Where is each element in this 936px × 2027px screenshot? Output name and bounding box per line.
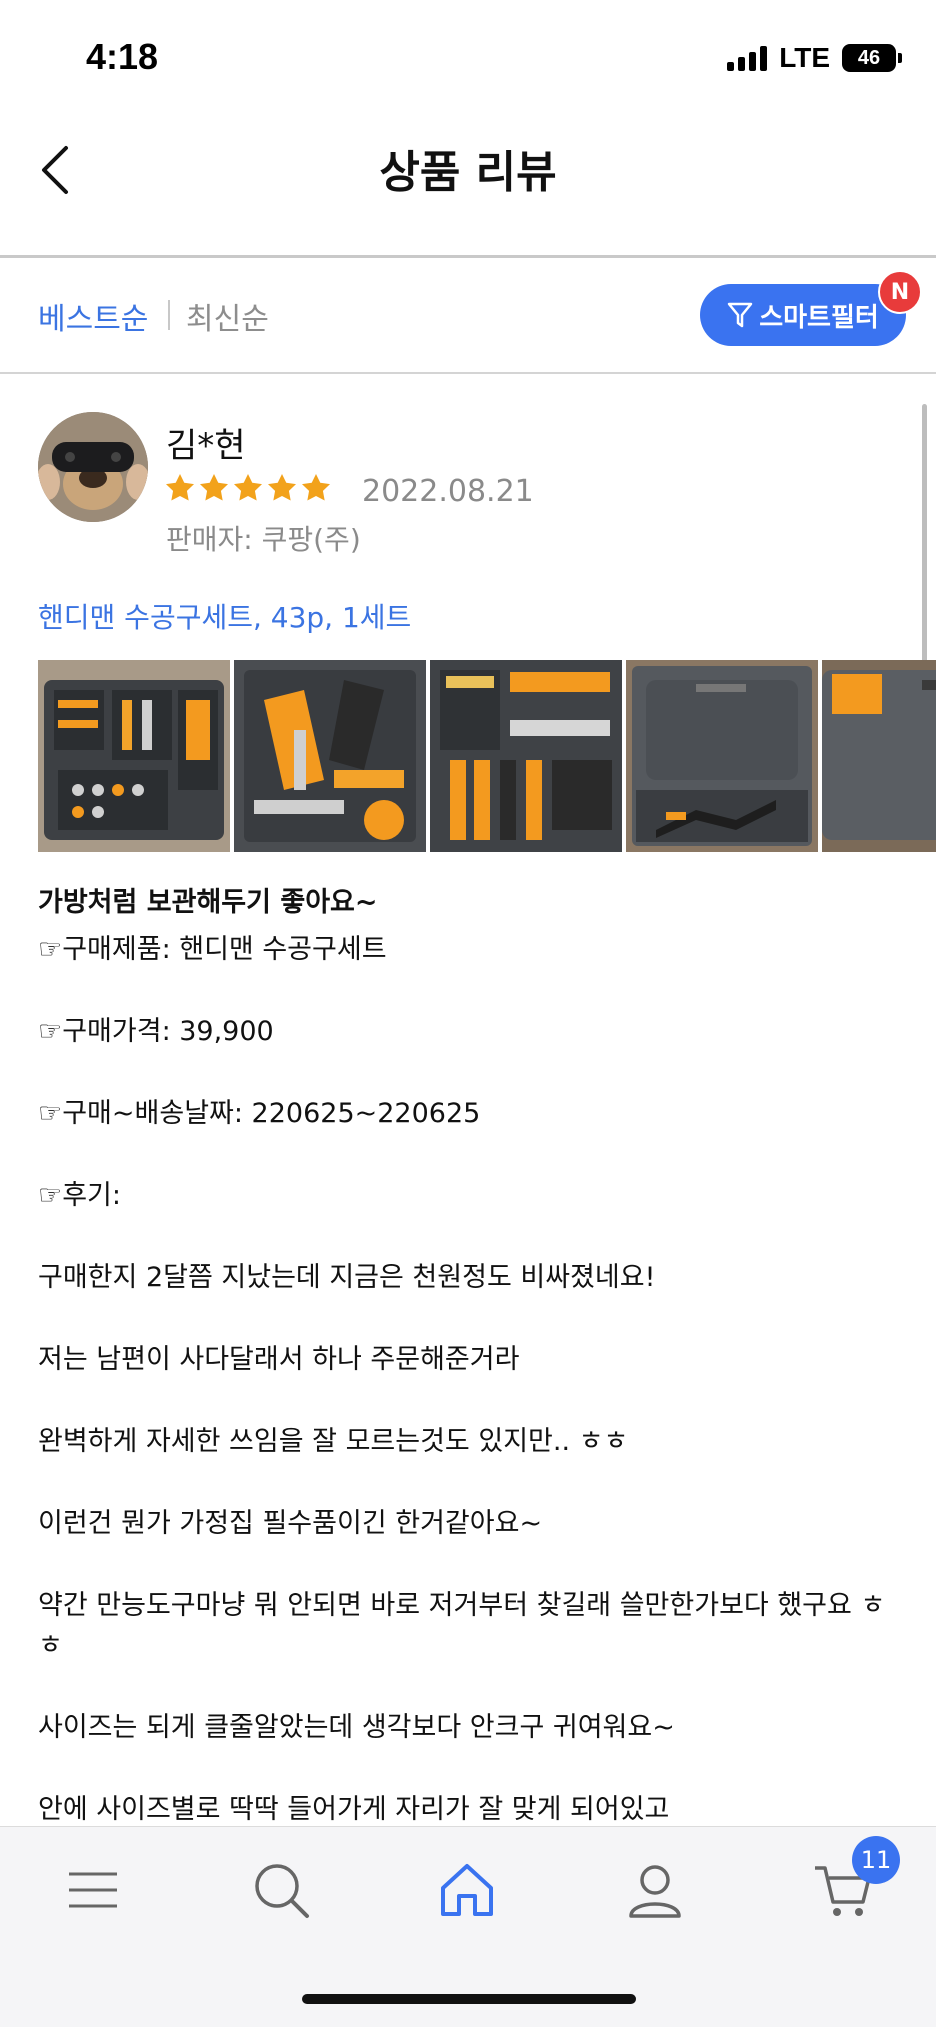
filter-icon	[727, 302, 753, 328]
review-paragraph: 사이즈는 되게 클줄알았는데 생각보다 안크구 귀여워요~	[38, 1712, 675, 1743]
star-icon	[200, 474, 228, 501]
review-paragraph: 구매한지 2달쯤 지났는데 지금은 천원정도 비싸졌네요!	[38, 1262, 656, 1293]
new-badge: N	[878, 270, 922, 314]
sort-divider	[0, 372, 936, 374]
review-paragraph: ☞구매~배송날짜: 220625~220625	[38, 1098, 481, 1129]
star-icon	[166, 474, 194, 501]
sort-newest-tab[interactable]: 최신순	[186, 294, 269, 338]
sort-best-tab[interactable]: 베스트순	[38, 294, 148, 338]
home-indicator	[302, 1994, 636, 2004]
review-body: ☞구매제품: 핸디맨 수공구세트 ☞구매가격: 39,900 ☞구매~배송날짜:…	[38, 930, 898, 1830]
review-paragraph: ☞구매제품: 핸디맨 수공구세트	[38, 934, 387, 965]
star-icon	[302, 474, 330, 501]
review-photos	[38, 660, 936, 852]
review-paragraph: 이런건 뭔가 가정집 필수품이긴 한거같아요~	[38, 1508, 543, 1539]
home-icon[interactable]	[432, 1855, 502, 1925]
status-time: 4:18	[86, 36, 159, 77]
avatar	[38, 412, 148, 522]
review-paragraph: 안에 사이즈별로 딱딱 들어가게 자리가 잘 맞게 되어있고	[38, 1794, 670, 1825]
status-bar: 4:18 LTE 46	[0, 0, 936, 110]
review-paragraph: 약간 만능도구마냥 뭐 안되면 바로 저거부터 찾길래 쓸만한가보다 했구요 ㅎ…	[38, 1590, 886, 1661]
smart-filter-button[interactable]: 스마트필터	[700, 284, 906, 346]
review-paragraph: ☞후기:	[38, 1180, 121, 1211]
review-photo[interactable]	[430, 660, 622, 852]
review-paragraph: 완벽하게 자세한 쓰임을 잘 모르는것도 있지만.. ㅎㅎ	[38, 1426, 629, 1457]
sort-separator	[168, 300, 170, 330]
review-paragraph: 저는 남편이 사다달래서 하나 주문해준거라	[38, 1344, 520, 1375]
page-header: 상품 리뷰	[0, 110, 936, 256]
profile-icon[interactable]	[620, 1855, 690, 1925]
network-label: LTE	[779, 42, 830, 73]
review-photo[interactable]	[234, 660, 426, 852]
scrollbar[interactable]	[922, 404, 927, 704]
seller-info: 판매자: 쿠팡(주)	[166, 523, 361, 556]
menu-icon[interactable]	[58, 1855, 128, 1925]
review-title: 가방처럼 보관해두기 좋아요~	[38, 887, 378, 918]
page-title: 상품 리뷰	[379, 147, 557, 198]
search-icon[interactable]	[246, 1855, 316, 1925]
review-paragraph: ☞구매가격: 39,900	[38, 1016, 274, 1047]
review-photo[interactable]	[822, 660, 936, 852]
product-option-link[interactable]: 핸디맨 수공구세트, 43p, 1세트	[38, 596, 411, 636]
signal-icon	[727, 45, 768, 71]
review-photo[interactable]	[626, 660, 818, 852]
review-date: 2022.08.21	[362, 474, 534, 509]
status-indicators: LTE 46	[727, 42, 902, 74]
star-icon	[268, 474, 296, 501]
smart-filter-label: 스마트필터	[759, 302, 879, 333]
review-photo[interactable]	[38, 660, 230, 852]
sort-bar: 베스트순 최신순 스마트필터 N	[0, 258, 936, 372]
reviewer-name: 김*현	[166, 426, 246, 466]
star-rating	[164, 472, 332, 504]
star-icon	[234, 474, 262, 501]
battery-icon: 46	[842, 44, 902, 72]
cart-count-badge: 11	[852, 1836, 900, 1884]
